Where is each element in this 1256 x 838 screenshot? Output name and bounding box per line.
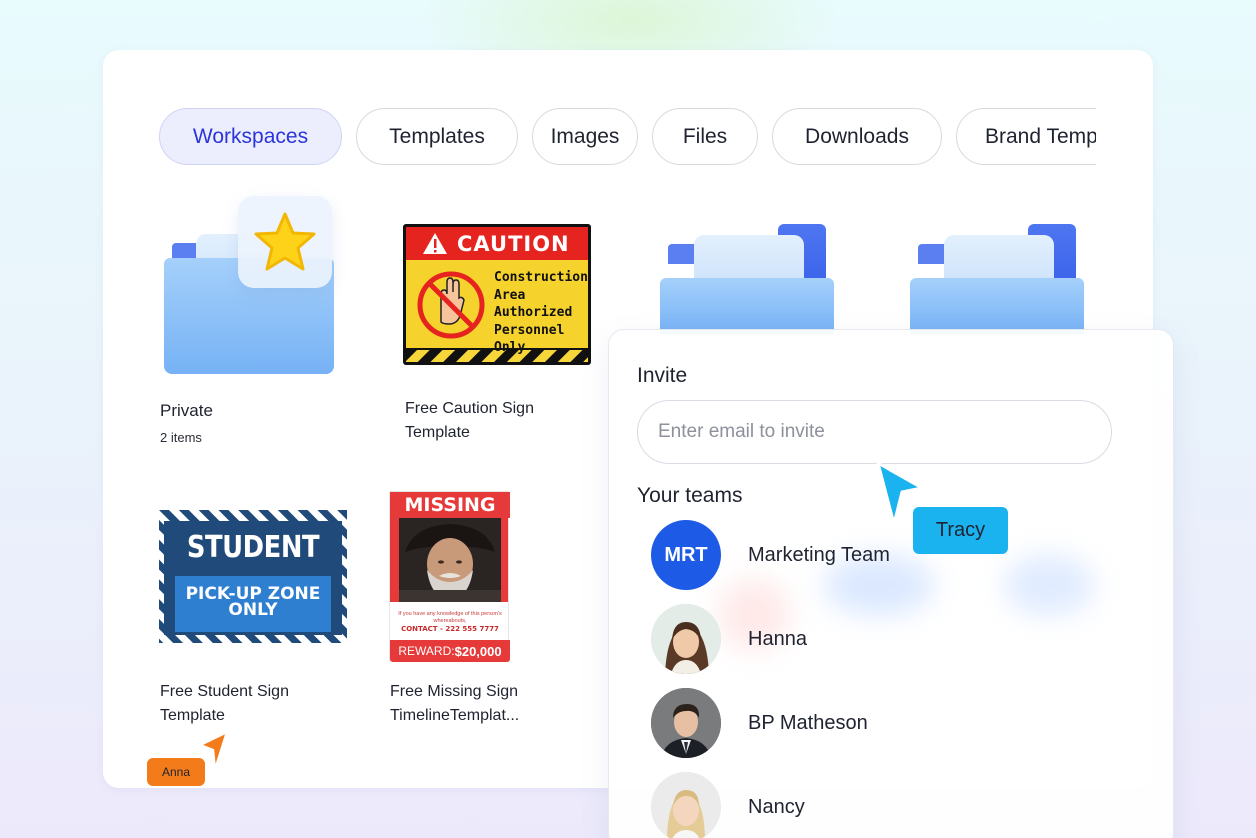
invite-popover: Invite Your teams MRT Marketing Team Han… [608,329,1174,838]
your-teams-title: Your teams [637,484,743,507]
star-icon [238,196,332,288]
item-title-student: Free Student Sign Template [160,683,289,724]
item-title-caution: Free Caution Sign Template [405,400,534,441]
student-sign-thumbnail[interactable]: STUDENT PICK-UP ZONE ONLY [159,510,347,643]
caution-body-text: Construction Area Authorized Personnel O… [494,270,588,355]
category-tabs: Workspaces Templates Images Files Downlo… [159,107,1096,167]
member-name: Nancy [748,795,805,818]
team-item-hanna[interactable]: Hanna [651,603,1071,675]
avatar [651,772,721,838]
student-sign-subtitle: PICK-UP ZONE ONLY [185,584,321,620]
tab-files[interactable]: Files [652,108,758,165]
member-name: BP Matheson [748,711,868,734]
missing-person-photo [399,518,501,602]
item-title-private: Private [160,401,213,420]
tab-images[interactable]: Images [532,108,638,165]
item-count-private: 2 items [160,430,202,445]
team-item-bp-matheson[interactable]: BP Matheson [651,687,1071,759]
missing-sign-thumbnail[interactable]: MISSING If you have any knowledge of thi… [389,491,510,662]
team-item-marketing[interactable]: MRT Marketing Team [651,519,1071,591]
team-avatar: MRT [651,520,721,590]
team-item-nancy[interactable]: Nancy [651,771,1071,838]
folder-icon[interactable] [660,224,836,334]
student-sign-title: STUDENT [186,530,320,565]
member-name: Hanna [748,627,807,650]
folder-icon[interactable] [910,224,1086,334]
invite-title: Invite [637,364,688,387]
item-title-missing: Free Missing Sign TimelineTemplat... [390,683,520,724]
tracy-cursor-label: Tracy [913,507,1008,554]
caution-sign-thumbnail[interactable]: CAUTION Construction Area Authorized Per… [403,224,591,365]
missing-sign-contact: CONTACT - 222 555 7777 [401,625,499,633]
tab-templates[interactable]: Templates [356,108,518,165]
caution-header-text: CAUTION [457,232,570,256]
missing-sign-info: If you have any knowledge of this person… [398,611,502,624]
avatar [651,604,721,674]
missing-sign-reward: REWARD: $20,000 [390,640,510,662]
anna-cursor-label: Anna [147,758,205,786]
missing-sign-header: MISSING [404,494,496,516]
member-name: Marketing Team [748,543,890,566]
tab-downloads[interactable]: Downloads [772,108,942,165]
tab-brand-templates[interactable]: Brand Templates [956,108,1096,165]
tab-workspaces[interactable]: Workspaces [159,108,342,165]
invite-email-input[interactable] [637,400,1112,464]
avatar [651,688,721,758]
